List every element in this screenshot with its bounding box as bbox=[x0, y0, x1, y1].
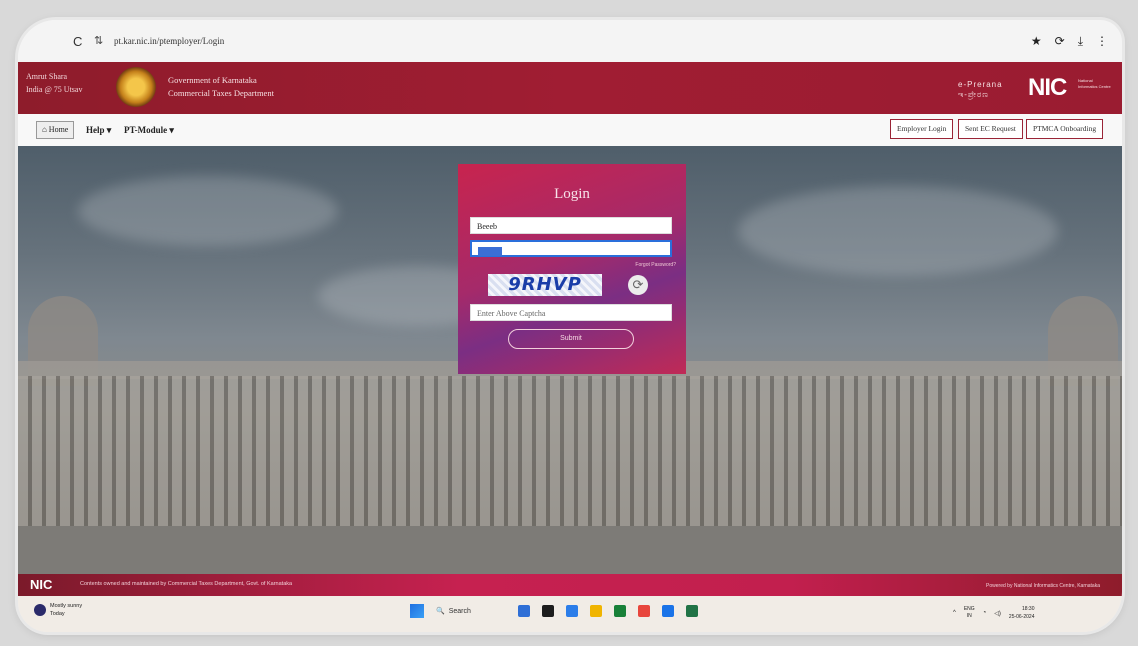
taskbar-app-icon[interactable] bbox=[614, 605, 626, 617]
refresh-captcha-icon[interactable]: ⟳ bbox=[628, 275, 648, 295]
weather-icon bbox=[34, 604, 46, 616]
file-explorer-icon[interactable] bbox=[590, 605, 602, 617]
ptmca-onboarding-button[interactable]: PTMCA Onboarding bbox=[1026, 119, 1104, 139]
footer-text: Contents owned and maintained by Commerc… bbox=[80, 581, 293, 587]
karnataka-emblem-icon bbox=[116, 67, 156, 107]
download-icon[interactable]: ⤓ bbox=[1078, 34, 1083, 49]
captcha-image: 9RHVP bbox=[488, 274, 602, 296]
language-indicator[interactable]: ENG IN bbox=[964, 606, 975, 620]
username-field[interactable]: Beeeb bbox=[470, 217, 672, 234]
forgot-password-link[interactable]: Forgot Password? bbox=[635, 262, 676, 268]
system-tray: ^ ENG IN ◔ ◁) 18:30 25-06-2024 bbox=[953, 605, 1035, 621]
clock[interactable]: 18:30 25-06-2024 bbox=[1009, 605, 1035, 621]
address-bar[interactable]: pt.kar.nic.in/ptemployer/Login bbox=[114, 36, 224, 46]
nav-bar: ⌂ Home Help ▾ PT-Module ▾ Employer Login… bbox=[18, 114, 1122, 147]
sent-ec-request-button[interactable]: Sent EC Request bbox=[958, 119, 1023, 139]
taskbar-app-icon[interactable] bbox=[518, 605, 530, 617]
volume-icon[interactable]: ◁) bbox=[994, 610, 1001, 617]
submit-button[interactable]: Submit bbox=[508, 329, 634, 349]
chevron-up-icon[interactable]: ^ bbox=[953, 610, 956, 616]
employer-login-button[interactable]: Employer Login bbox=[890, 119, 954, 139]
home-button[interactable]: ⌂ Home bbox=[36, 121, 75, 139]
browser-toolbar: C ⇅ pt.kar.nic.in/ptemployer/Login ★ ⟳ ⤓… bbox=[18, 20, 1122, 62]
site-info-icon[interactable]: ⇅ bbox=[94, 34, 103, 47]
vidhana-soudha-building bbox=[18, 376, 1122, 526]
bookmark-icon[interactable]: ★ bbox=[1031, 34, 1042, 49]
screen-frame: C ⇅ pt.kar.nic.in/ptemployer/Login ★ ⟳ ⤓… bbox=[18, 20, 1122, 632]
footer-credit: Powered by National Informatics Centre, … bbox=[986, 583, 1100, 589]
login-title: Login bbox=[554, 186, 590, 202]
cloud bbox=[78, 176, 338, 246]
nic-logo: NIC bbox=[1028, 74, 1067, 101]
ground bbox=[18, 526, 1122, 574]
sync-icon[interactable]: ⟳ bbox=[1055, 34, 1065, 49]
login-panel: Login Beeeb Forgot Password? 9RHVP ⟳ Ent… bbox=[458, 164, 686, 374]
chrome-icon[interactable] bbox=[638, 605, 650, 617]
captcha-input[interactable]: Enter Above Captcha bbox=[470, 304, 672, 321]
help-menu[interactable]: Help ▾ bbox=[86, 125, 111, 136]
browser-actions: ★ ⟳ ⤓ ⋮ bbox=[1031, 34, 1108, 49]
menu-icon[interactable]: ⋮ bbox=[1096, 34, 1108, 49]
site-header: Amrut Shara India @ 75 Utsav Government … bbox=[18, 62, 1122, 114]
search-icon: 🔍 bbox=[436, 608, 445, 615]
windows-taskbar: Mostly sunny Today 🔍 Search ^ ENG IN ◔ ◁) bbox=[18, 596, 1122, 632]
footer-nic-logo: NIC bbox=[30, 577, 53, 592]
taskbar-apps: 🔍 Search bbox=[410, 604, 698, 618]
reload-icon[interactable]: C bbox=[73, 34, 82, 49]
excel-icon[interactable] bbox=[686, 605, 698, 617]
taskbar-app-icon[interactable] bbox=[662, 605, 674, 617]
pt-module-menu[interactable]: PT-Module ▾ bbox=[124, 125, 174, 136]
taskbar-app-icon[interactable] bbox=[566, 605, 578, 617]
windows-start-icon[interactable] bbox=[410, 604, 424, 618]
taskbar-app-icon[interactable] bbox=[542, 605, 554, 617]
password-selection bbox=[478, 246, 502, 256]
eprerana-logo: e-Prerana ಇ-ಪ್ರೇರಣ bbox=[958, 80, 1003, 99]
header-title: Government of Karnataka Commercial Taxes… bbox=[168, 75, 274, 98]
cloud bbox=[738, 186, 1058, 276]
password-field[interactable] bbox=[470, 240, 672, 257]
nic-logo-subtitle: National Informatics Centre bbox=[1078, 78, 1111, 89]
taskbar-search[interactable]: 🔍 Search bbox=[436, 607, 506, 616]
weather-widget[interactable]: Mostly sunny Today bbox=[34, 602, 82, 618]
wifi-icon[interactable]: ◔ bbox=[983, 610, 987, 616]
site-footer: NIC Contents owned and maintained by Com… bbox=[18, 574, 1122, 596]
header-left-text: Amrut Shara India @ 75 Utsav bbox=[26, 72, 83, 94]
